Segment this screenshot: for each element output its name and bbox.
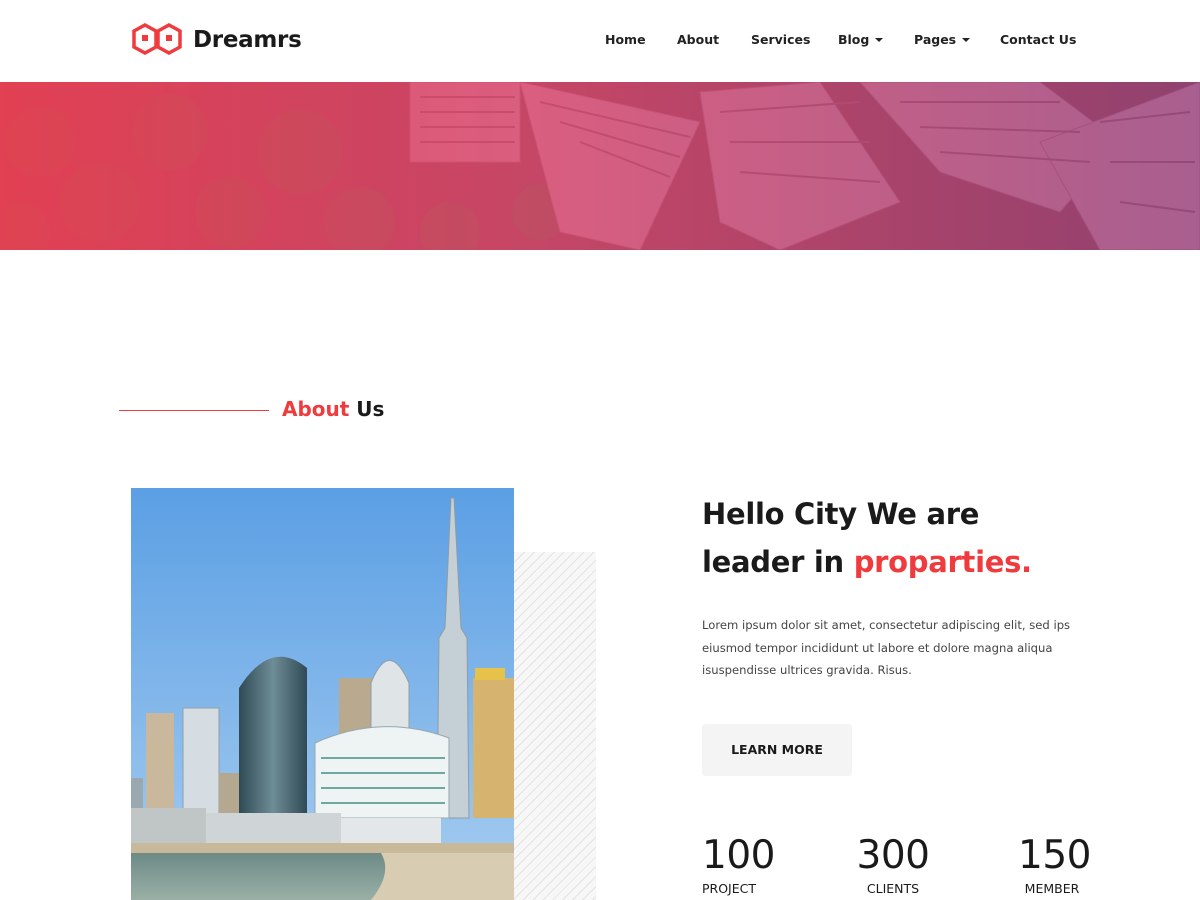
nav-item-about[interactable]: About <box>677 32 719 47</box>
about-headline: Hello City We are leader in proparties. <box>702 490 1102 586</box>
headline-line-1: Hello City We are <box>702 497 980 531</box>
stat-label: CLIENTS <box>866 881 920 896</box>
about-paragraph: Lorem ipsum dolor sit amet, consectetur … <box>702 618 1071 677</box>
headline-line-2: leader in proparties. <box>702 538 1102 586</box>
nav-item-services[interactable]: Services <box>751 32 810 47</box>
section-divider-line <box>119 410 269 411</box>
main-nav: Home About Services Blog Pages Contact U… <box>0 0 1200 82</box>
stat-label: PROJECT <box>702 881 757 896</box>
nav-item-label: Blog <box>838 32 870 47</box>
stat-value: 100 <box>702 833 775 878</box>
section-title-accent: About <box>282 397 350 421</box>
stat-project: 100 PROJECT <box>702 833 775 898</box>
city-skyline-image <box>131 488 514 900</box>
stat-clients: 300 CLIENTS <box>853 834 933 898</box>
stat-value: 300 <box>856 833 930 878</box>
section-title-rest: Us <box>349 397 385 421</box>
nav-item-label: Pages <box>914 32 957 47</box>
stat-value: 150 <box>1018 833 1091 878</box>
nav-item-blog[interactable]: Blog <box>838 32 884 47</box>
decorative-hatch-pattern <box>514 552 596 900</box>
section-title-about: About Us <box>282 397 384 421</box>
headline-line-2-prefix: leader in <box>702 545 854 579</box>
caret-down-icon <box>962 37 971 42</box>
stat-member: 150 MEMBER <box>1018 833 1091 898</box>
headline-accent-word: proparties. <box>853 545 1032 579</box>
nav-item-contact[interactable]: Contact Us <box>1000 32 1076 47</box>
caret-down-icon <box>875 37 884 42</box>
learn-more-button[interactable]: LEARN MORE <box>702 724 852 776</box>
stat-label: MEMBER <box>1024 881 1080 896</box>
nav-item-label: Contact Us <box>1000 32 1077 47</box>
hero-banner-image <box>0 82 1200 250</box>
nav-item-label: About <box>677 32 720 47</box>
nav-item-label: Home <box>605 32 646 47</box>
nav-item-pages[interactable]: Pages <box>914 32 971 47</box>
nav-item-home[interactable]: Home <box>605 32 646 47</box>
site-header: Dreamrs Home About Services Blog Pages C… <box>0 0 1200 82</box>
nav-item-label: Services <box>751 32 811 47</box>
